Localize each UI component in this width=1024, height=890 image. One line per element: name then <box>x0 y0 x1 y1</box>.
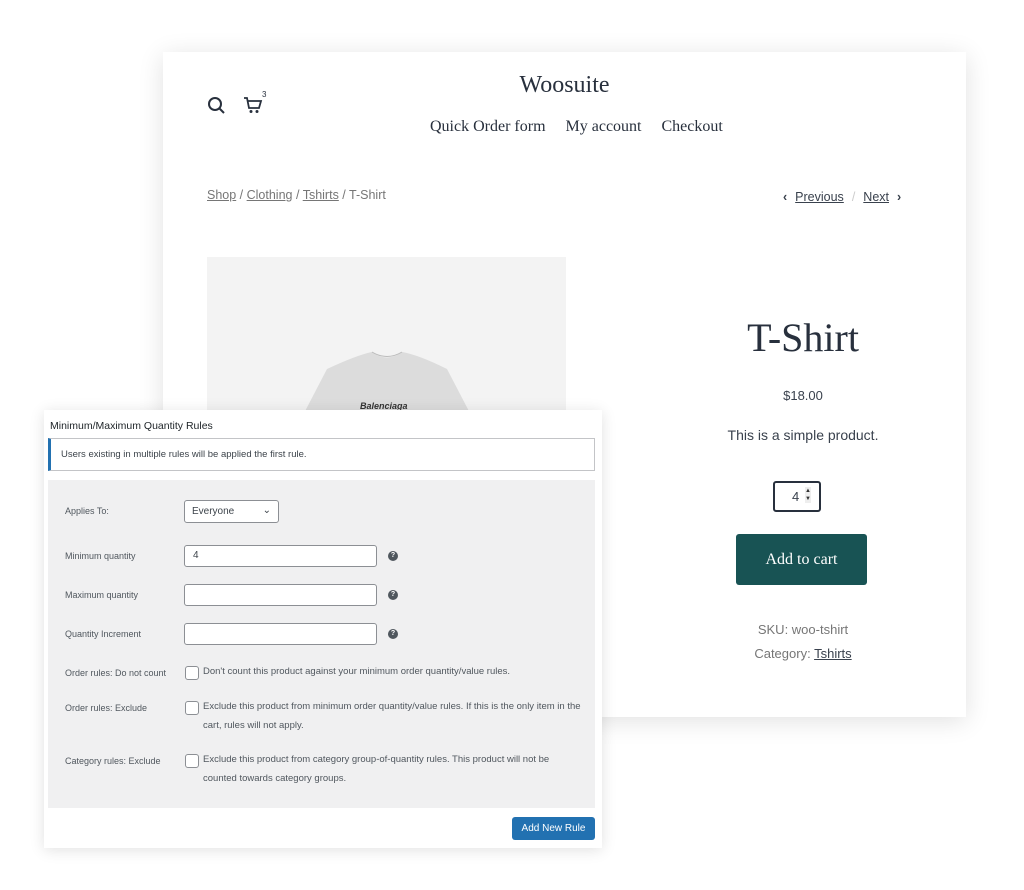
chevron-down-icon: ⌄ <box>262 505 271 516</box>
product-title: T-Shirt <box>747 315 859 360</box>
min-quantity-label: Minimum quantity <box>65 551 136 561</box>
help-icon[interactable]: ? <box>388 629 398 639</box>
rule-label: Order rules: Exclude <box>65 703 148 713</box>
search-icon[interactable] <box>207 96 225 114</box>
breadcrumb-tshirts[interactable]: Tshirts <box>303 188 339 202</box>
category-link[interactable]: Tshirts <box>814 646 852 661</box>
min-quantity-input[interactable]: 4 <box>184 545 377 567</box>
next-link[interactable]: Next <box>863 190 889 204</box>
product-description: This is a simple product. <box>727 427 879 443</box>
quantity-increment-label: Quantity Increment <box>65 629 142 639</box>
breadcrumb-current: T-Shirt <box>349 188 386 202</box>
max-quantity-input[interactable] <box>184 584 377 606</box>
info-notice: Users existing in multiple rules will be… <box>48 438 595 471</box>
quantity-rules-panel: Minimum/Maximum Quantity Rules Users exi… <box>44 410 602 848</box>
product-price: $18.00 <box>783 388 823 403</box>
rule-checkbox[interactable] <box>185 754 199 768</box>
quantity-increment-input[interactable] <box>184 623 377 645</box>
product-sku: SKU: woo-tshirt <box>757 622 849 637</box>
cart-icon[interactable] <box>243 96 263 114</box>
previous-link[interactable]: Previous <box>795 190 844 204</box>
category-label: Category: <box>754 646 811 661</box>
chevron-right-icon[interactable]: › <box>897 190 901 204</box>
rule-checkbox[interactable] <box>185 701 199 715</box>
product-pagination: ‹ Previous / Next › <box>783 190 901 204</box>
quantity-value: 4 <box>792 489 800 504</box>
add-new-rule-button[interactable]: Add New Rule <box>512 817 595 840</box>
breadcrumb: Shop / Clothing / Tshirts / T-Shirt <box>207 188 386 202</box>
nav-checkout[interactable]: Checkout <box>662 118 723 136</box>
breadcrumb-clothing[interactable]: Clothing <box>247 188 293 202</box>
rule-label: Category rules: Exclude <box>65 756 161 766</box>
help-icon[interactable]: ? <box>388 590 398 600</box>
nav-quick-order[interactable]: Quick Order form <box>430 118 546 136</box>
add-to-cart-button[interactable]: Add to cart <box>736 534 867 585</box>
max-quantity-label: Maximum quantity <box>65 590 139 600</box>
main-nav: Quick Order form My account Checkout <box>430 118 723 136</box>
tshirt-image <box>302 351 472 417</box>
quantity-stepper[interactable]: 4 ▲ ▼ <box>773 481 821 512</box>
applies-to-value: Everyone <box>192 506 235 517</box>
rule-label: Order rules: Do not count <box>65 668 167 678</box>
separator: / <box>851 190 856 204</box>
rule-checkbox[interactable] <box>185 666 199 680</box>
breadcrumb-shop[interactable]: Shop <box>207 188 236 202</box>
applies-to-select[interactable]: Everyone ⌄ <box>184 500 279 523</box>
nav-my-account[interactable]: My account <box>566 118 642 136</box>
rule-description: Exclude this product from minimum order … <box>203 701 581 731</box>
rule-description: Don't count this product against your mi… <box>203 666 511 677</box>
site-title[interactable]: Woosuite <box>163 72 966 99</box>
product-image[interactable]: Balenciaga <box>207 257 566 417</box>
help-icon[interactable]: ? <box>388 551 398 561</box>
applies-to-label: Applies To: <box>65 506 109 516</box>
chevron-left-icon[interactable]: ‹ <box>783 190 787 204</box>
spinner-arrows-icon[interactable]: ▲ ▼ <box>805 487 811 503</box>
panel-title: Minimum/Maximum Quantity Rules <box>50 420 213 432</box>
rule-form: Applies To: Everyone ⌄ Minimum quantity 4… <box>48 480 595 808</box>
cart-count: 3 <box>262 90 267 99</box>
product-category: Category: Tshirts <box>683 646 923 661</box>
rule-description: Exclude this product from category group… <box>203 754 550 784</box>
